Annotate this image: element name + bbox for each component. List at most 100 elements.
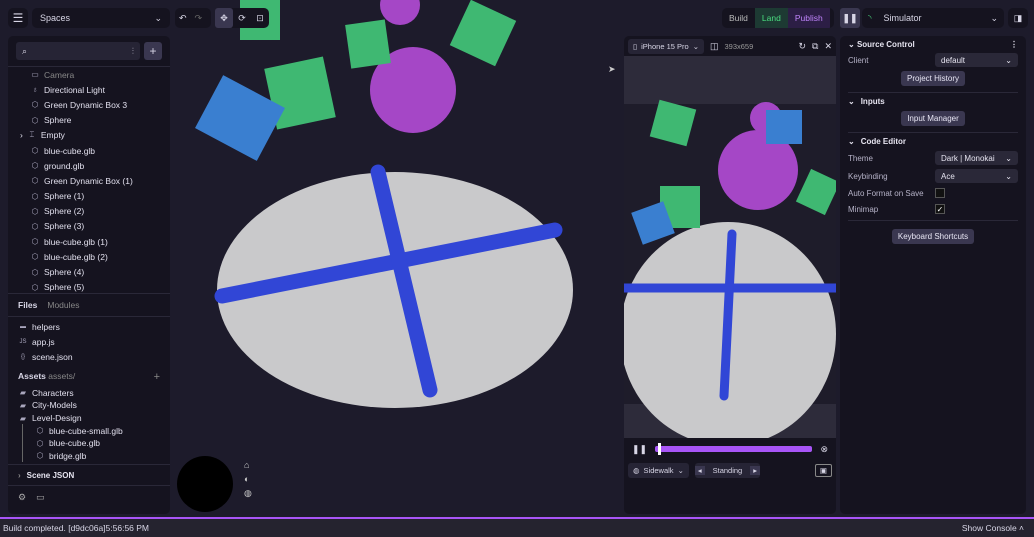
code-editor-label: Code Editor	[860, 136, 907, 146]
code-editor-section[interactable]: ⌄ Code Editor	[848, 133, 1018, 149]
build-button[interactable]: Build	[722, 13, 755, 23]
recenter-icon[interactable]: ⊗	[820, 444, 828, 455]
cube-icon: ⬡	[31, 100, 39, 110]
asset-file[interactable]: ⬡ blue-cube-small.glb	[22, 424, 160, 437]
keyboard-shortcuts-button[interactable]: Keyboard Shortcuts	[891, 229, 975, 244]
client-select[interactable]: default ⌄	[935, 53, 1018, 67]
next-pose-button[interactable]: ▸	[750, 465, 760, 475]
home-icon[interactable]: ⌂	[244, 460, 252, 470]
item-label: ground.glb	[44, 160, 85, 171]
inputs-section[interactable]: ⌄ Inputs	[848, 93, 1018, 109]
file-item[interactable]: ▬ helpers	[18, 319, 160, 334]
file-item[interactable]: JS app.js	[18, 334, 160, 349]
build-status: Build completed. [d9dc06a]5:56:56 PM	[3, 523, 150, 533]
minimap-checkbox[interactable]: ✓	[935, 204, 945, 214]
project-history-button[interactable]: Project History	[900, 71, 965, 86]
chevron-right-icon[interactable]: ›	[20, 130, 23, 140]
cube-icon: ⬡	[31, 176, 39, 186]
asset-folder[interactable]: ▰ City-Models	[18, 399, 160, 412]
move-tool-icon[interactable]: ✥	[215, 8, 233, 28]
device-select[interactable]: ▯ iPhone 15 Pro ⌄	[628, 38, 704, 54]
show-console-button[interactable]: Show Console ˄	[962, 523, 1024, 533]
scene-tree-item[interactable]: ♁ Directional Light	[8, 82, 170, 97]
chevron-down-icon: ⌄	[1005, 153, 1012, 163]
scene-tree-item[interactable]: ⬡ Sphere (3)	[8, 219, 170, 234]
asset-folder[interactable]: ▰ Level-Design	[18, 412, 160, 425]
client-value: default	[941, 55, 966, 65]
scene-tree-item[interactable]: ⬡ Sphere (2)	[8, 204, 170, 219]
scene-tree-item[interactable]: ⬡ Sphere (1)	[8, 189, 170, 204]
scene-tree-item[interactable]: ⬡ blue-cube.glb	[8, 143, 170, 158]
asset-file[interactable]: ⬡ blue-cube.glb	[22, 436, 160, 450]
scene-tree-item[interactable]: ⬡ Green Dynamic Box 3	[8, 97, 170, 112]
tab-modules[interactable]: Modules	[47, 300, 79, 310]
tab-files[interactable]: Files	[18, 300, 37, 310]
globe-icon[interactable]: ◍	[244, 488, 252, 499]
scene-tree-item[interactable]: › ⌶ Empty	[8, 128, 170, 143]
scene-tree-item[interactable]: ⬡ Sphere (4)	[8, 264, 170, 279]
search-input[interactable]: ⌕ ⫶	[16, 42, 140, 60]
pause-button[interactable]: ❚❚	[840, 8, 860, 28]
theme-select[interactable]: Dark | Monokai ⌄	[935, 151, 1018, 165]
scene-tree-item[interactable]: ⬡ ground.glb	[8, 158, 170, 173]
asset-folder[interactable]: ▰ Characters	[18, 387, 160, 400]
cube-icon: ⬡	[31, 267, 39, 277]
scene-tree-item[interactable]: ⬡ blue-cube.glb (1)	[8, 234, 170, 249]
folder-label: City-Models	[32, 400, 77, 411]
more-icon[interactable]: ⋮	[1010, 40, 1018, 49]
publish-button[interactable]: Publish	[787, 8, 830, 28]
timeline-slider[interactable]	[655, 443, 813, 455]
item-label: Green Dynamic Box (1)	[44, 175, 133, 186]
scene-tree-item[interactable]: ⬡ Sphere	[8, 113, 170, 128]
menu-button[interactable]: ☰	[8, 8, 28, 28]
keybinding-select[interactable]: Ace ⌄	[935, 169, 1018, 183]
input-manager-button[interactable]: Input Manager	[901, 111, 965, 126]
scene-tree: ▭ Camera ♁ Directional Light ⬡ Green Dynamic …	[8, 67, 170, 293]
sim-pause-button[interactable]: ❚❚	[632, 444, 647, 455]
item-label: blue-cube.glb (2)	[44, 251, 108, 262]
reload-icon[interactable]: ↻	[798, 41, 806, 52]
scene-tree-item[interactable]: ⬡ blue-cube.glb (2)	[8, 249, 170, 264]
scene-tree-item[interactable]: ⬡ Sphere (5)	[8, 280, 170, 293]
item-label: Green Dynamic Box 3	[44, 99, 128, 110]
add-asset-icon[interactable]: +	[154, 371, 160, 383]
panel-toggle-button[interactable]: ◨	[1008, 8, 1028, 28]
close-icon[interactable]: ✕	[824, 41, 832, 52]
search-icon: ⌕	[22, 45, 28, 56]
simulator-view[interactable]	[624, 56, 836, 438]
shading-icon[interactable]: ◐	[244, 474, 252, 484]
file-item[interactable]: {} scene.json	[18, 349, 160, 364]
scene-tree-item[interactable]: ⬡ Green Dynamic Box (1)	[8, 173, 170, 188]
scale-tool-icon[interactable]: ⊡	[251, 13, 269, 24]
source-control-section[interactable]: ⌄ Source Control ⋮	[848, 36, 1018, 52]
popout-icon[interactable]: ⧉	[812, 41, 818, 52]
rotate-device-icon[interactable]: ◫	[710, 41, 719, 52]
folder-label: Level-Design	[32, 413, 82, 424]
cube-icon: ⬡	[36, 451, 44, 461]
scene-json-section[interactable]: › Scene JSON	[8, 465, 170, 485]
rotate-tool-icon[interactable]: ⟳	[233, 13, 251, 24]
cube-icon: ⬡	[31, 282, 39, 292]
spaces-select[interactable]: Spaces ⌄	[32, 8, 170, 28]
bug-icon[interactable]: ⚙	[18, 492, 26, 503]
prev-pose-button[interactable]: ◂	[694, 465, 705, 475]
item-label: Sphere (2)	[44, 206, 85, 217]
add-object-button[interactable]: +	[144, 42, 162, 60]
headset-button[interactable]: ▣	[814, 463, 832, 477]
item-label: Camera	[44, 69, 75, 80]
asset-file[interactable]: ⬡ bridge.glb	[22, 449, 160, 463]
js-icon: JS	[19, 338, 27, 345]
redo-icon[interactable]: ↷	[195, 13, 203, 24]
screen-icon[interactable]: ▭	[36, 492, 45, 503]
undo-icon[interactable]: ↶	[179, 13, 187, 24]
chevron-down-icon: ⌄	[990, 12, 998, 23]
scene-tree-item[interactable]: ▭ Camera	[8, 67, 170, 82]
pose-stepper[interactable]: ◂ Standing ▸	[694, 462, 760, 478]
auto-format-checkbox[interactable]	[935, 188, 945, 198]
simulator-select[interactable]: ◝ Simulator ⌄	[862, 8, 1004, 28]
keybinding-label: Keybinding	[848, 171, 888, 181]
land-button[interactable]: Land	[754, 8, 788, 28]
filter-icon[interactable]: ⫶	[132, 46, 134, 57]
location-select[interactable]: ◍ Sidewalk ⌄	[628, 462, 689, 478]
globe-icon: ◍	[633, 465, 640, 475]
